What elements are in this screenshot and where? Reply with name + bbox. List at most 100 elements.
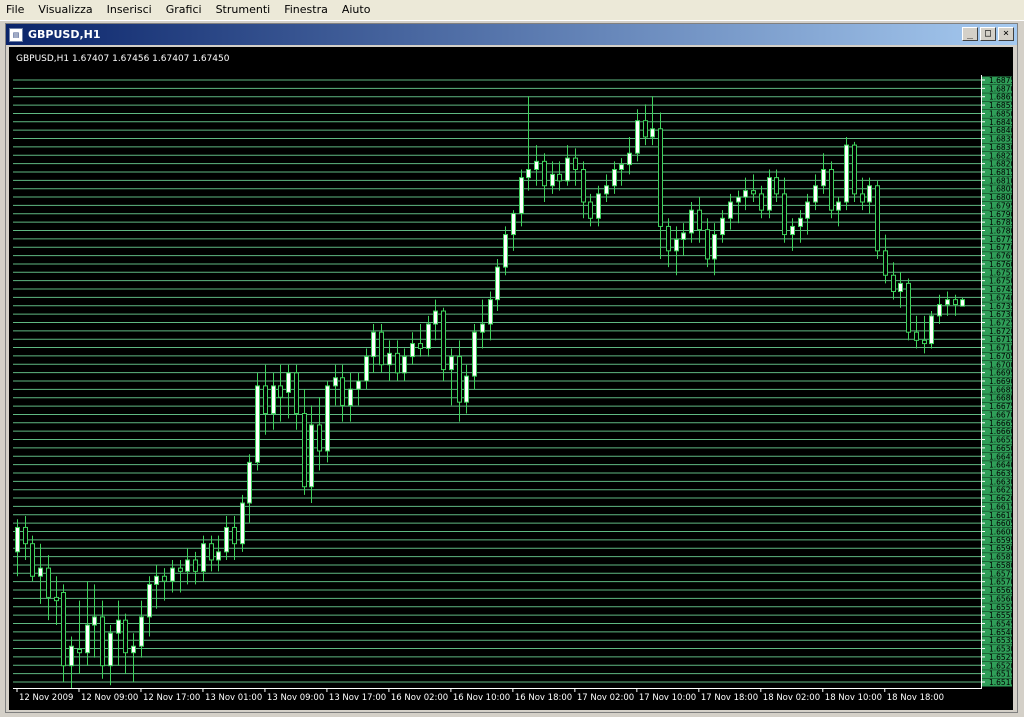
candle[interactable] [852, 141, 857, 203]
time-label: 16 Nov 10:00 [453, 693, 510, 703]
candle-body-bull [348, 388, 353, 406]
candle-body-bull [689, 209, 694, 234]
candle[interactable] [960, 298, 965, 307]
candle-body-bull [720, 217, 725, 236]
candle-body-bull [929, 315, 934, 345]
candle-body-bull [410, 343, 415, 358]
candle-body-bull [511, 212, 516, 236]
candle[interactable] [441, 307, 446, 381]
candle[interactable] [829, 161, 834, 219]
chart-window-titlebar[interactable]: ▤ GBPUSD,H1 _ □ × [6, 24, 1017, 45]
candle-body-bull [495, 266, 500, 301]
candle[interactable] [906, 278, 911, 341]
menu-grafici[interactable]: Grafici [160, 0, 210, 20]
candle-body-bull [898, 282, 903, 293]
candle-body-bull [728, 201, 733, 219]
candle-body-bull [627, 152, 632, 166]
candle-body-bull [472, 331, 477, 377]
candle-body-bull [503, 234, 508, 268]
candle-body-bull [743, 190, 748, 198]
candle-body-bear [209, 543, 214, 561]
candle-body-bull [333, 377, 338, 387]
candle-body-bear [829, 168, 834, 211]
menu-bar: File Visualizza Inserisci Grafici Strume… [0, 0, 1024, 21]
candle[interactable] [240, 494, 245, 552]
candle-body-bull [767, 177, 772, 211]
candle-body-bull [550, 173, 555, 187]
candle-body-bull [69, 645, 74, 667]
candle-body-bull [240, 502, 245, 545]
candle-body-bear [922, 339, 927, 345]
candle-body-bull [356, 380, 361, 390]
candle-body-bear [178, 567, 183, 572]
menu-strumenti[interactable]: Strumenti [210, 0, 279, 20]
candle-body-bear [782, 193, 787, 236]
candle-body-bear [643, 120, 648, 138]
candle-body-bull [201, 543, 206, 572]
candle-body-bull [255, 385, 260, 463]
candle-body-bull [271, 385, 276, 415]
candle[interactable] [875, 180, 880, 259]
candle-body-bull [619, 164, 624, 170]
price-label: 1.65100 [989, 678, 1013, 687]
time-label: 13 Nov 01:00 [205, 693, 262, 703]
menu-visualizza[interactable]: Visualizza [32, 0, 100, 20]
candle-body-bear [61, 592, 66, 667]
candle-body-bear [317, 424, 322, 452]
candle-body-bear [860, 193, 865, 203]
chart-window-icon: ▤ [9, 27, 23, 42]
candle[interactable] [325, 381, 330, 463]
chart-window: ▤ GBPUSD,H1 _ □ × GBPUSD,H1 1.67407 1.67… [5, 23, 1020, 713]
chart-window-title: GBPUSD,H1 [28, 28, 101, 41]
candle-body-bull [534, 160, 539, 170]
candle-body-bear [953, 299, 958, 306]
candle-body-bear [193, 559, 198, 572]
candle-body-bull [139, 616, 144, 647]
candle-body-bear [457, 356, 462, 403]
close-button[interactable]: × [998, 27, 1014, 41]
candle[interactable] [844, 136, 849, 211]
candle-body-bear [658, 128, 663, 227]
candle-body-bull [596, 193, 601, 219]
candlestick-chart[interactable]: GBPUSD,H1 1.67407 1.67456 1.67407 1.6745… [9, 47, 1020, 710]
candle-body-bear [54, 596, 59, 602]
time-label: 18 Nov 18:00 [887, 693, 944, 703]
candle-body-bull [937, 304, 942, 317]
price-scale: 1.687501.687001.686501.685501.685001.684… [981, 75, 1020, 689]
symbol-info: GBPUSD,H1 1.67407 1.67456 1.67407 1.6745… [16, 54, 230, 64]
maximize-button[interactable]: □ [980, 27, 996, 41]
candle[interactable] [255, 372, 260, 471]
time-label: 12 Nov 09:00 [81, 693, 138, 703]
time-label: 18 Nov 10:00 [825, 693, 882, 703]
candle-body-bull [387, 352, 392, 366]
menu-inserisci[interactable]: Inserisci [101, 0, 160, 20]
candle-body-bull [960, 299, 965, 307]
candle[interactable] [929, 311, 934, 349]
minimize-button[interactable]: _ [962, 27, 978, 41]
candle-body-bull [224, 526, 229, 553]
candle-body-bull [480, 323, 485, 333]
menu-finestra[interactable]: Finestra [278, 0, 336, 20]
candle-body-bull [736, 196, 741, 203]
candle-body-bull [92, 616, 97, 626]
time-label: 17 Nov 02:00 [577, 693, 634, 703]
candle-body-bull [286, 372, 291, 393]
candle-body-bull [216, 551, 221, 561]
candle-body-bear [123, 619, 128, 654]
candle-body-bull [612, 168, 617, 187]
candle-body-bull [364, 356, 369, 382]
candle-body-bear [162, 575, 167, 582]
candle-body-bull [371, 331, 376, 358]
candle-body-bull [867, 185, 872, 203]
candle-body-bear [914, 331, 919, 341]
candle-body-bull [836, 201, 841, 211]
candle-body-bear [30, 543, 35, 577]
candle-body-bear [705, 229, 710, 260]
candle-body-bull [681, 232, 686, 240]
time-label: 17 Nov 10:00 [639, 693, 696, 703]
candle-body-bull [154, 575, 159, 585]
candle-body-bull [844, 144, 849, 203]
candle-body-bear [774, 177, 779, 195]
menu-file[interactable]: File [0, 0, 32, 20]
menu-aiuto[interactable]: Aiuto [336, 0, 379, 20]
